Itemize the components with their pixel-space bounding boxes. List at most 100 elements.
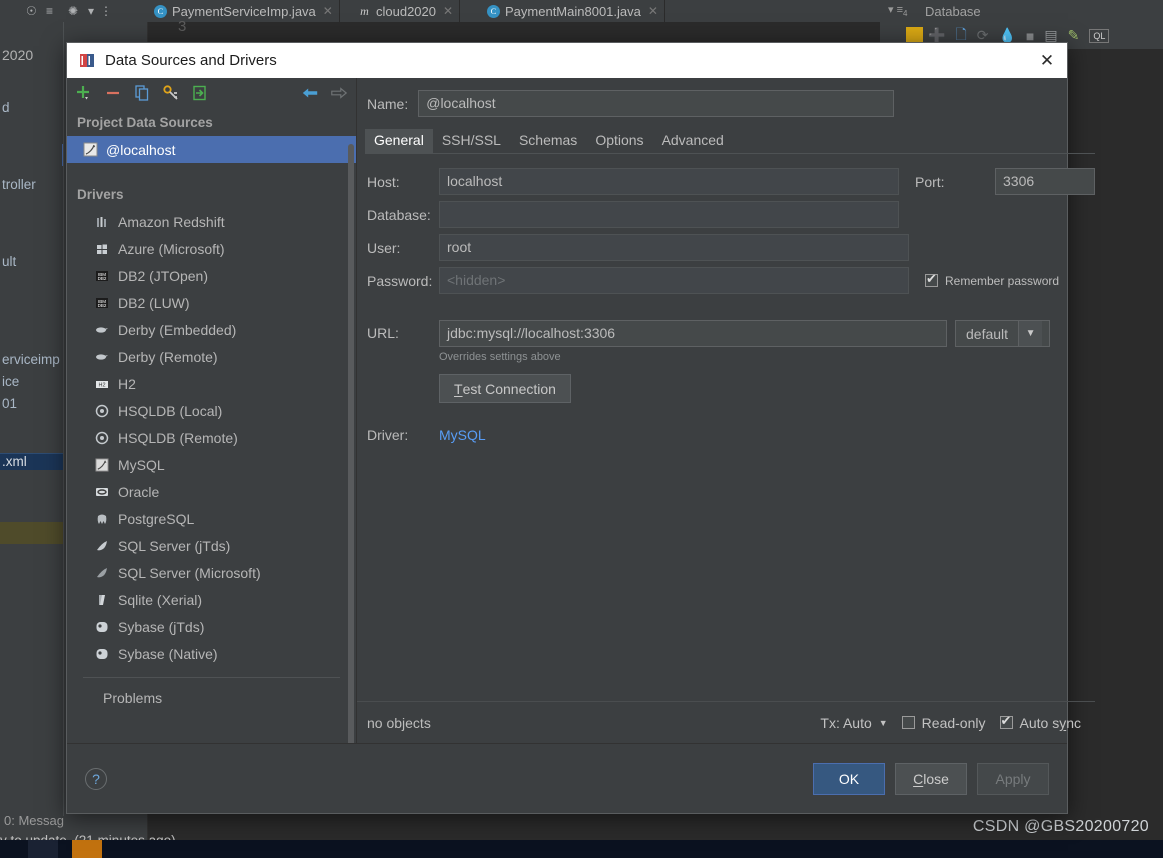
driver-item-derby-remote[interactable]: Derby (Remote) xyxy=(67,343,356,370)
postgres-icon xyxy=(95,512,109,526)
tab-general[interactable]: General xyxy=(365,129,433,153)
remember-password-checkbox[interactable]: Remember password xyxy=(925,271,1059,288)
status-controls: Tx: Auto ▼ Read-only Auto sync xyxy=(820,713,1081,731)
project-tree-item[interactable]: 01 xyxy=(0,396,17,412)
test-connection-button[interactable]: Test Connection xyxy=(439,374,571,403)
tx-mode-select[interactable]: Tx: Auto ▼ xyxy=(820,715,887,731)
database-input[interactable] xyxy=(439,201,899,228)
tab-options[interactable]: Options xyxy=(586,129,652,153)
maven-icon: m xyxy=(360,3,369,18)
left-pane-toolbar[interactable] xyxy=(67,78,356,108)
driver-item-sqlserver-jtds[interactable]: SQL Server (jTds) xyxy=(67,532,356,559)
plus-icon[interactable] xyxy=(75,84,93,102)
editor-tab[interactable]: C PaymentServiceImp.java ✕ xyxy=(148,0,340,22)
hide-icon[interactable]: ⋮ xyxy=(100,3,112,19)
project-tree-item-selected[interactable]: .xml xyxy=(0,453,63,470)
settings-icon[interactable]: ✺ xyxy=(68,3,78,19)
driver-item-sqlite-xerial[interactable]: Sqlite (Xerial) xyxy=(67,586,356,613)
url-mode-select[interactable]: default ▼ xyxy=(955,320,1050,347)
help-icon[interactable]: ? xyxy=(85,767,107,790)
editor-tabstrip[interactable]: C PaymentServiceImp.java ✕ m cloud2020 ✕… xyxy=(148,0,883,22)
derby-icon xyxy=(95,323,109,337)
hsqldb-icon xyxy=(95,404,109,418)
project-tree-item[interactable]: ult xyxy=(0,254,16,270)
svg-text:DB2: DB2 xyxy=(98,276,107,281)
project-tree-root[interactable]: 2020 xyxy=(0,47,33,63)
java-class-icon: C xyxy=(154,4,167,18)
driver-item-db2-luw[interactable]: IBM DB2 DB2 (LUW) xyxy=(67,289,356,316)
chevron-down-icon[interactable]: ▼ xyxy=(879,718,888,728)
driver-item-amazon-redshift[interactable]: Amazon Redshift xyxy=(67,208,356,235)
project-tree-item[interactable]: ice xyxy=(0,374,19,390)
edit-icon[interactable]: ✎ xyxy=(1068,27,1080,44)
ok-button[interactable]: OK xyxy=(813,762,885,795)
project-tree-item[interactable]: troller xyxy=(0,177,36,193)
minus-icon[interactable] xyxy=(104,84,122,102)
tab-schemas[interactable]: Schemas xyxy=(510,129,586,153)
wrench-icon[interactable] xyxy=(162,84,180,102)
close-button[interactable]: Close xyxy=(895,762,967,795)
editor-tab[interactable]: m cloud2020 ✕ xyxy=(352,0,461,22)
watermark: CSDN @GBS20200720 xyxy=(972,818,1149,835)
oracle-icon xyxy=(95,485,109,499)
host-input[interactable]: localhost xyxy=(439,168,899,195)
close-icon[interactable]: ✕ xyxy=(648,4,658,18)
driver-item-mysql[interactable]: MySQL xyxy=(67,451,356,478)
password-input[interactable]: <hidden> xyxy=(439,267,909,294)
collapse-icon[interactable]: ≡ xyxy=(46,3,53,19)
h2-icon: H2 xyxy=(95,377,109,391)
chevron-down-icon[interactable]: ▼ xyxy=(1018,321,1043,346)
project-tree-item[interactable]: erviceimp xyxy=(0,352,60,368)
auto-sync-checkbox[interactable]: Auto sync xyxy=(999,713,1081,731)
driver-item-sqlserver-microsoft[interactable]: SQL Server (Microsoft) xyxy=(67,559,356,586)
sqlite-icon xyxy=(95,593,109,607)
ide-status-messages[interactable]: 0: Messag xyxy=(4,813,64,828)
driver-item-derby-embedded[interactable]: Derby (Embedded) xyxy=(67,316,356,343)
driver-item-hsqldb-local[interactable]: HSQLDB (Local) xyxy=(67,397,356,424)
tab-ssh-ssl[interactable]: SSH/SSL xyxy=(433,129,510,153)
user-input[interactable]: root xyxy=(439,234,909,261)
sql-console-icon[interactable]: QL xyxy=(1089,28,1110,43)
chevron-down-icon[interactable]: ▾ xyxy=(88,3,94,19)
close-icon[interactable]: ✕ xyxy=(1035,49,1059,73)
project-tree-item[interactable]: d xyxy=(0,100,10,116)
driver-item-db2-jtopen[interactable]: IBM DB2 DB2 (JTOpen) xyxy=(67,262,356,289)
sidebar-item-localhost[interactable]: @localhost xyxy=(67,136,356,163)
copy-icon[interactable] xyxy=(133,84,151,102)
drivers-header: Drivers xyxy=(77,187,124,202)
driver-label: Driver: xyxy=(367,427,409,443)
url-row: URL: jdbc:mysql://localhost:3306 Overrid… xyxy=(357,320,1095,403)
driver-item-sybase-native[interactable]: Sybase (Native) xyxy=(67,640,356,667)
chevron-down-icon[interactable]: ▾ ≡4 xyxy=(888,3,907,18)
tab-advanced[interactable]: Advanced xyxy=(653,129,733,153)
settings-tabs[interactable]: General SSH/SSL Schemas Options Advanced xyxy=(365,129,1095,154)
driver-link[interactable]: MySQL xyxy=(439,427,486,443)
driver-label: MySQL xyxy=(118,456,165,473)
read-only-checkbox[interactable]: Read-only xyxy=(901,715,986,731)
driver-item-azure[interactable]: Azure (Microsoft) xyxy=(67,235,356,262)
driver-item-postgresql[interactable]: PostgreSQL xyxy=(67,505,356,532)
name-input[interactable]: @localhost xyxy=(418,90,895,117)
taskbar-app-icon[interactable] xyxy=(72,840,102,858)
close-icon[interactable]: ✕ xyxy=(323,4,333,18)
problems-section-label[interactable]: Problems xyxy=(67,678,356,706)
svg-text:DB2: DB2 xyxy=(98,303,107,308)
taskbar-app-icon[interactable] xyxy=(28,840,58,858)
import-icon[interactable] xyxy=(191,84,209,102)
checkbox-icon xyxy=(999,713,1013,729)
scrollbar-thumb[interactable] xyxy=(348,144,354,743)
redshift-icon xyxy=(95,215,109,229)
driver-item-h2[interactable]: H2 H2 xyxy=(67,370,356,397)
vcs-icon[interactable]: ☉ xyxy=(26,3,37,19)
driver-item-sybase-jtds[interactable]: Sybase (jTds) xyxy=(67,613,356,640)
close-icon[interactable]: ✕ xyxy=(443,4,453,18)
sources-and-drivers-list[interactable]: Project Data Sources @localhost Drivers xyxy=(67,108,356,743)
arrow-left-icon[interactable] xyxy=(301,84,319,102)
port-input[interactable]: 3306 xyxy=(995,168,1095,195)
driver-item-oracle[interactable]: Oracle xyxy=(67,478,356,505)
project-tree-panel[interactable]: d troller ult erviceimp ice 01 .xml xyxy=(0,22,64,816)
url-input[interactable]: jdbc:mysql://localhost:3306 xyxy=(439,320,947,347)
db2-icon: IBM DB2 xyxy=(95,269,109,283)
driver-item-hsqldb-remote[interactable]: HSQLDB (Remote) xyxy=(67,424,356,451)
editor-tab[interactable]: C PaymentMain8001.java ✕ xyxy=(481,0,665,22)
